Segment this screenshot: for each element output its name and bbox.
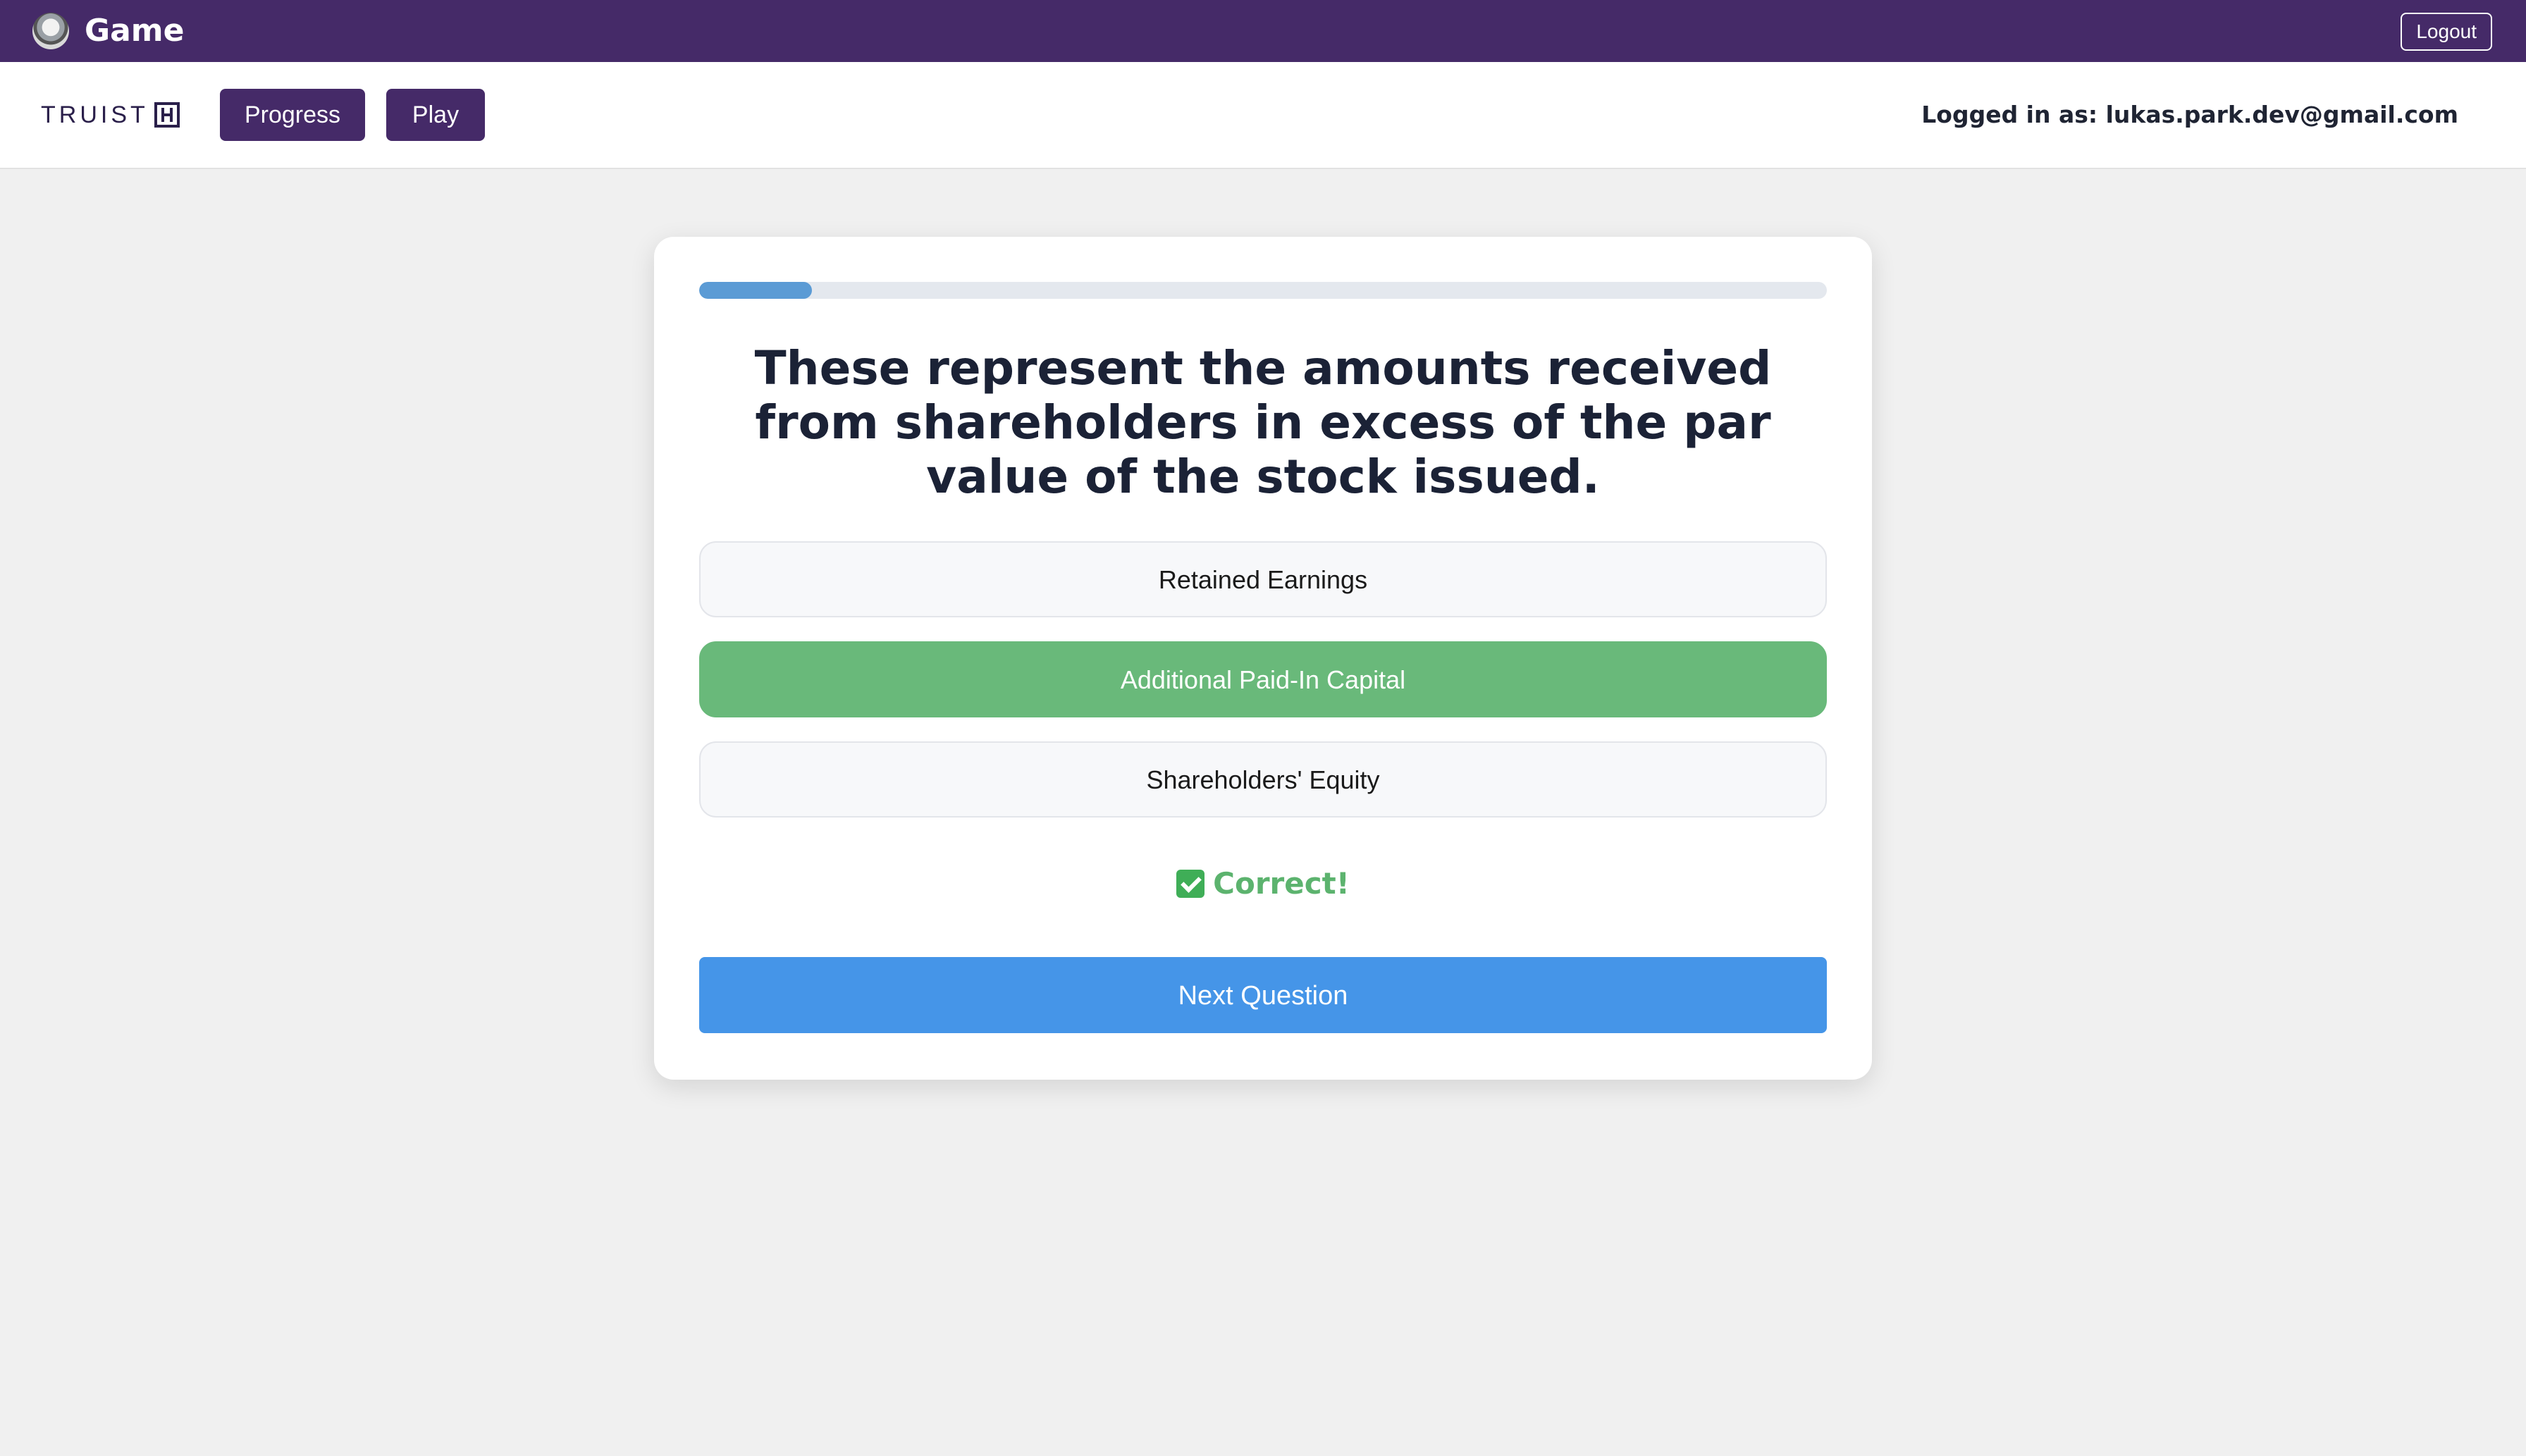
truist-mark-icon: [154, 102, 180, 128]
logout-button[interactable]: Logout: [2401, 13, 2492, 51]
globe-logo-icon: [32, 13, 69, 49]
app-title: Game: [85, 13, 185, 49]
feedback-text: Correct!: [1213, 866, 1350, 901]
top-bar: Game Logout: [0, 0, 2526, 62]
nav-bar: TRUIST Progress Play Logged in as: lukas…: [0, 62, 2526, 169]
answer-option-correct[interactable]: Additional Paid-In Capital: [699, 641, 1827, 717]
brand-text: TRUIST: [41, 101, 149, 128]
brand-logo[interactable]: TRUIST: [41, 97, 180, 132]
answer-option[interactable]: Retained Earnings: [699, 541, 1827, 617]
quiz-progress-bar: [699, 282, 1827, 299]
play-button[interactable]: Play: [386, 89, 485, 141]
progress-button[interactable]: Progress: [220, 89, 365, 141]
feedback-message: Correct!: [699, 861, 1827, 906]
check-mark-icon: [1176, 870, 1205, 898]
question-text: These represent the amounts received fro…: [754, 341, 1772, 504]
next-question-button[interactable]: Next Question: [699, 957, 1827, 1033]
quiz-card: These represent the amounts received fro…: [654, 237, 1872, 1080]
logged-in-user: Logged in as: lukas.park.dev@gmail.com: [1921, 101, 2458, 128]
quiz-progress-fill: [699, 282, 812, 299]
answer-option[interactable]: Shareholders' Equity: [699, 741, 1827, 818]
